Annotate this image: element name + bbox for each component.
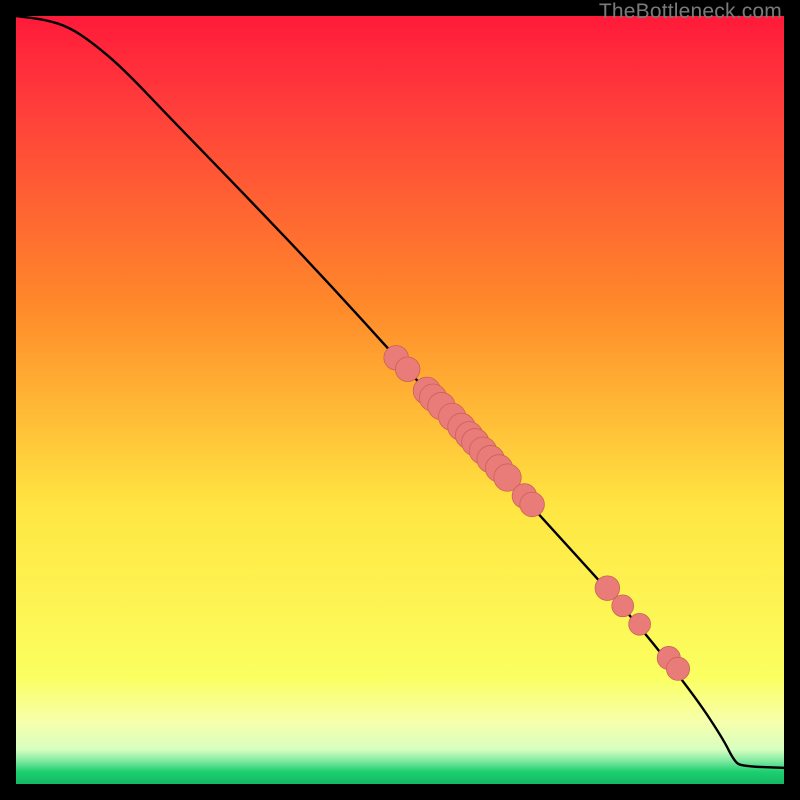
data-marker bbox=[395, 357, 420, 382]
attribution-label: TheBottleneck.com bbox=[599, 0, 782, 24]
data-marker bbox=[629, 613, 651, 635]
chart-svg bbox=[16, 16, 784, 784]
data-marker bbox=[520, 492, 545, 517]
data-marker bbox=[612, 595, 634, 617]
plot-area bbox=[16, 16, 784, 784]
chart-frame: TheBottleneck.com bbox=[0, 0, 800, 800]
data-marker bbox=[666, 657, 689, 680]
